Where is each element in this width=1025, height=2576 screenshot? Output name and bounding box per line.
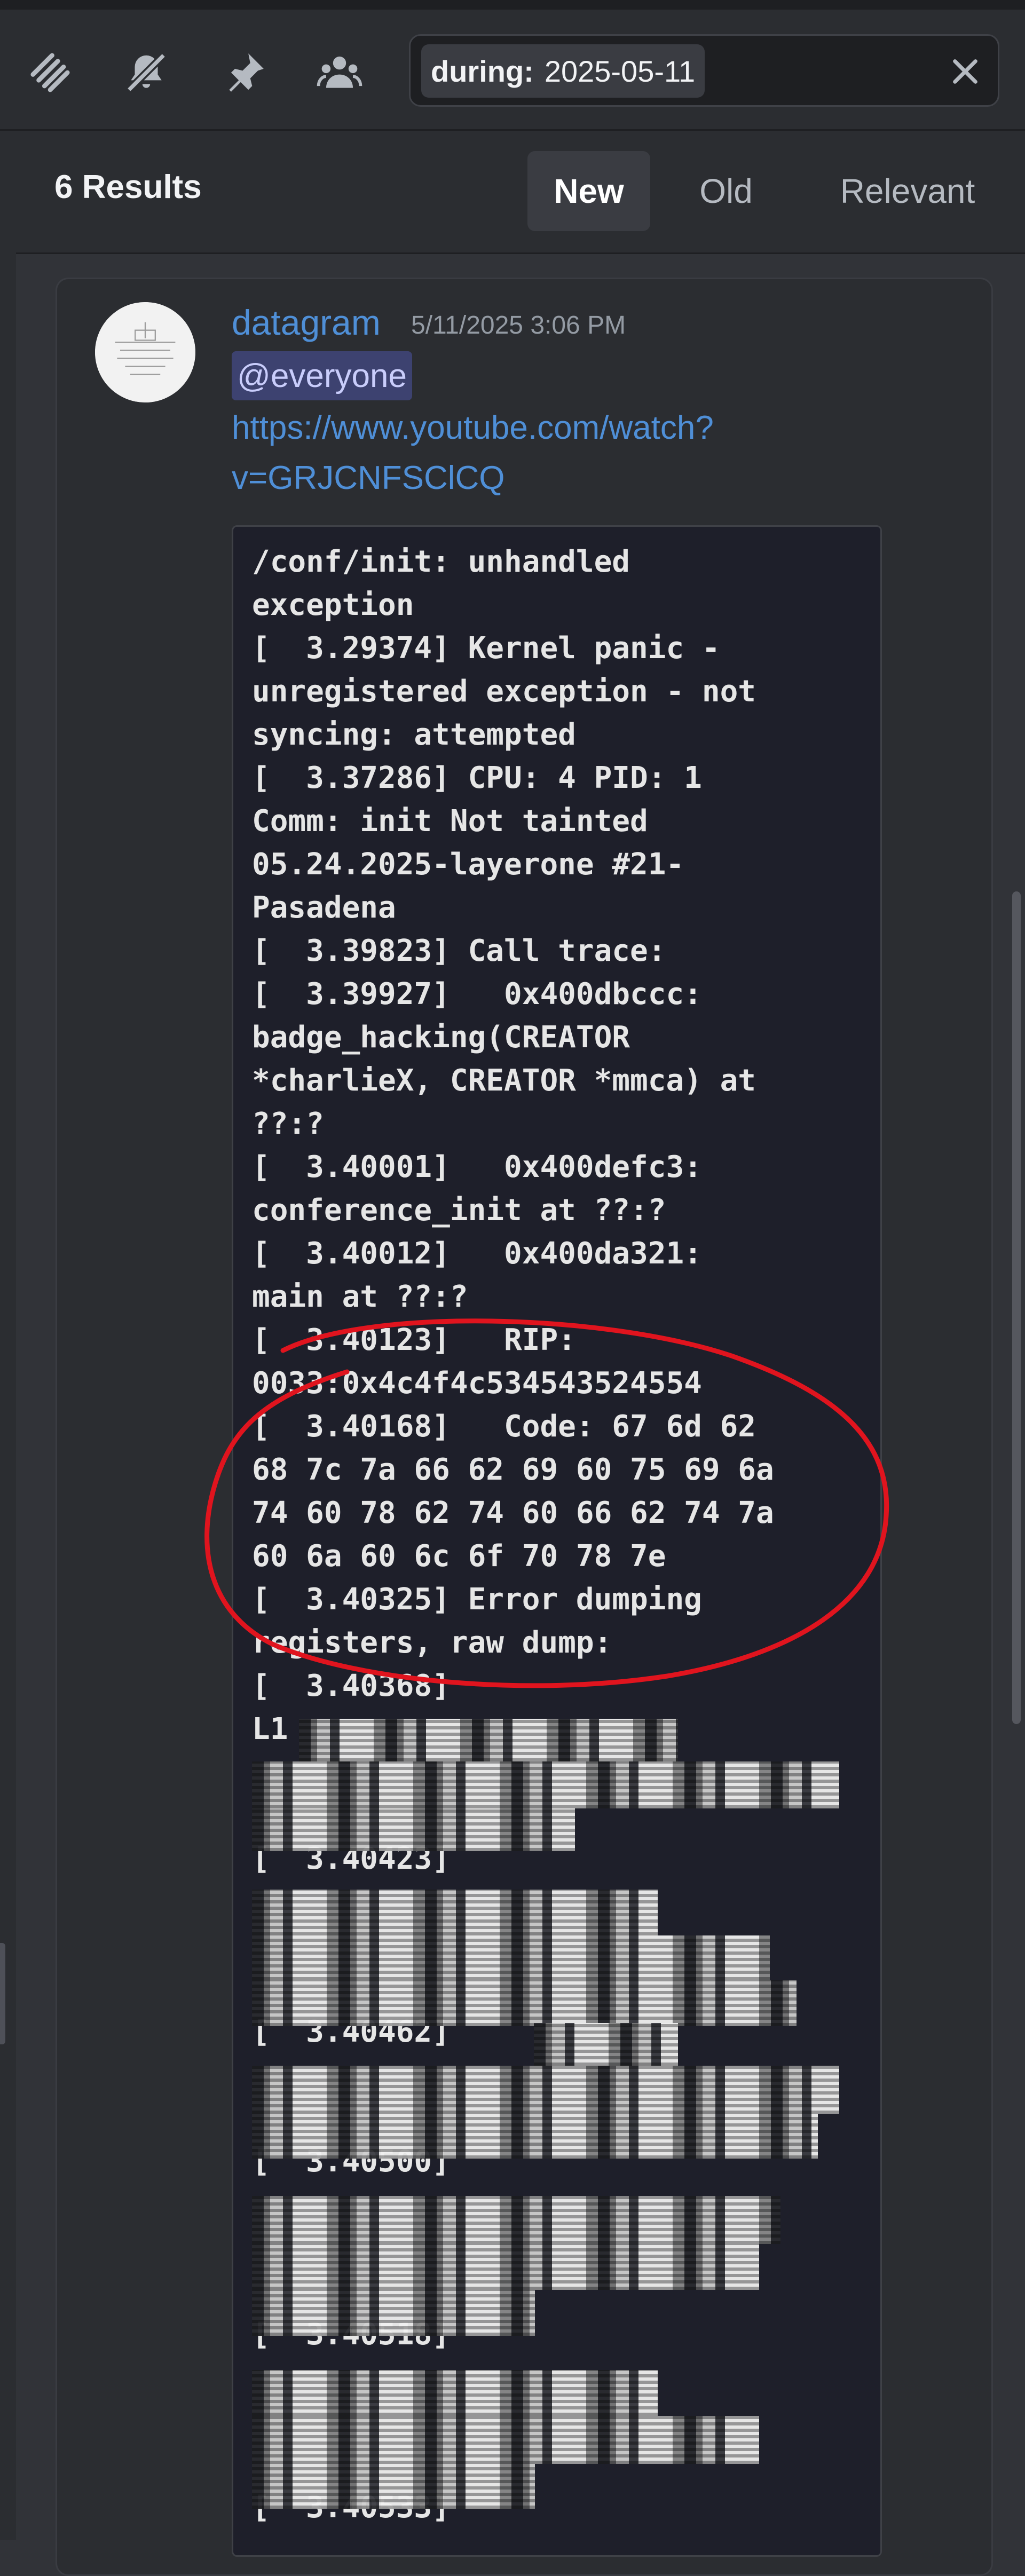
message-timestamp: 5/11/2025 3:06 PM bbox=[411, 311, 626, 339]
redacted-block bbox=[252, 1890, 658, 1935]
code-line: conference_init at ??:? bbox=[252, 1193, 666, 1228]
everyone-mention[interactable]: @everyone bbox=[232, 351, 412, 400]
code-line: main at ??:? bbox=[252, 1279, 468, 1314]
tab-new[interactable]: New bbox=[527, 151, 650, 231]
redacted-block bbox=[252, 2290, 535, 2336]
pin-icon[interactable] bbox=[219, 47, 270, 98]
threads-icon[interactable] bbox=[25, 47, 76, 98]
tab-old[interactable]: Old bbox=[678, 151, 774, 231]
search-filter-chip[interactable]: during: 2025-05-11 bbox=[421, 44, 705, 98]
highlight-circle-annotation bbox=[204, 1318, 889, 1688]
code-line: [ 3.40001] 0x400defc3: bbox=[252, 1150, 702, 1184]
code-line: [ 3.29374] Kernel panic - bbox=[252, 631, 720, 666]
redacted-block bbox=[252, 2370, 658, 2416]
redacted-block bbox=[299, 1719, 678, 1761]
code-line: /conf/init: unhandled bbox=[252, 544, 630, 579]
code-line: L1 bbox=[252, 1712, 288, 1747]
search-toolbar: during: 2025-05-11 bbox=[0, 0, 1025, 131]
redacted-block bbox=[534, 2023, 678, 2066]
search-input[interactable]: during: 2025-05-11 bbox=[409, 34, 999, 107]
code-line: 05.24.2025-layerone #21- bbox=[252, 847, 684, 882]
redacted-block bbox=[252, 2244, 759, 2290]
redacted-block bbox=[252, 2066, 839, 2114]
panel-resize-handle[interactable] bbox=[0, 1943, 5, 2044]
message-author[interactable]: datagram bbox=[232, 302, 381, 343]
code-line: [ 3.37286] CPU: 4 PID: 1 bbox=[252, 761, 702, 795]
muted-bell-icon[interactable] bbox=[121, 47, 172, 98]
filter-key: during: bbox=[431, 54, 534, 88]
redacted-block bbox=[252, 2464, 535, 2509]
redacted-block bbox=[252, 2114, 818, 2159]
code-line: Comm: init Not tainted bbox=[252, 804, 648, 839]
redacted-block bbox=[252, 1980, 797, 2026]
tab-relevant[interactable]: Relevant bbox=[806, 151, 1009, 231]
redacted-block bbox=[252, 2196, 780, 2244]
code-line: unregistered exception - not bbox=[252, 674, 756, 709]
code-line: [ 3.40012] 0x400da321: bbox=[252, 1236, 702, 1271]
close-icon[interactable] bbox=[948, 54, 983, 89]
code-line: ??:? bbox=[252, 1107, 324, 1141]
redacted-block bbox=[252, 2416, 759, 2464]
redacted-block bbox=[252, 1761, 839, 1808]
code-line: [ 3.39927] 0x400dbccc: bbox=[252, 977, 702, 1012]
code-line: exception bbox=[252, 588, 414, 622]
results-count: 6 Results bbox=[54, 169, 202, 206]
code-line: *charlieX, CREATOR *mmca) at bbox=[252, 1063, 756, 1098]
redacted-block bbox=[252, 1808, 575, 1851]
left-panel-edge bbox=[0, 131, 16, 2540]
code-line: Pasadena bbox=[252, 890, 396, 925]
code-line: syncing: attempted bbox=[252, 717, 576, 752]
youtube-link-line-2[interactable]: v=GRJCNFSClCQ bbox=[232, 459, 505, 497]
filter-value: 2025-05-11 bbox=[544, 54, 696, 88]
code-line: [ 3.39823] Call trace: bbox=[252, 934, 666, 968]
scrollbar[interactable] bbox=[1012, 891, 1021, 1724]
members-icon[interactable] bbox=[314, 47, 365, 98]
results-header: 6 Results New Old Relevant bbox=[16, 131, 1025, 254]
avatar[interactable] bbox=[95, 302, 195, 402]
redacted-block bbox=[252, 1935, 770, 1980]
youtube-link-line-1[interactable]: https://www.youtube.com/watch? bbox=[232, 409, 714, 447]
code-line: badge_hacking(CREATOR bbox=[252, 1020, 630, 1055]
toolbar-top-divider bbox=[0, 0, 1025, 10]
